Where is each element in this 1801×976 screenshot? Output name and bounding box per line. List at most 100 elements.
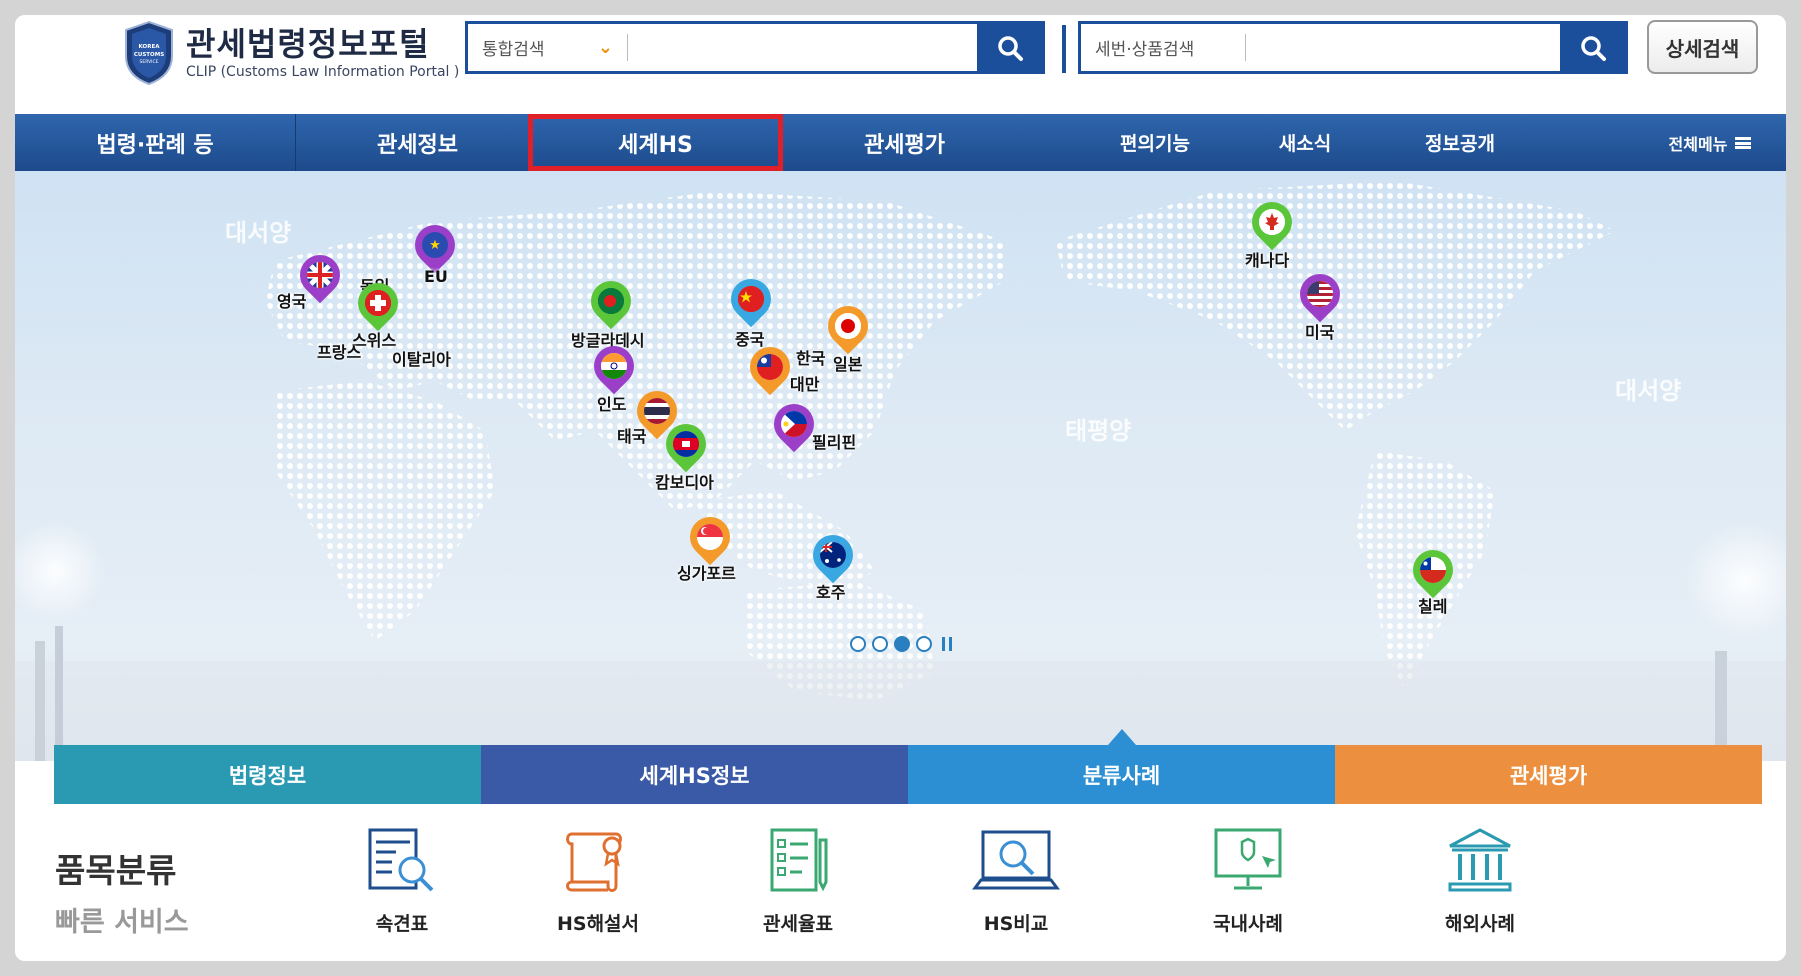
quick-item-foreign-cases[interactable]: 해외사례: [1410, 824, 1550, 936]
label-thailand: 태국: [617, 427, 647, 446]
pin-cambodia[interactable]: [657, 415, 715, 474]
pause-icon[interactable]: [942, 637, 952, 651]
detail-search-button[interactable]: 상세검색: [1647, 20, 1758, 74]
pin-taiwan[interactable]: [741, 338, 799, 397]
pin-china[interactable]: [722, 270, 780, 329]
hs-search-input[interactable]: [1246, 24, 1560, 71]
service-tabs: 법령정보 세계HS정보 분류사례 관세평가: [54, 729, 1762, 804]
search-icon: [1580, 35, 1606, 61]
nav-news[interactable]: 새소식: [1255, 114, 1355, 171]
pin-australia[interactable]: [804, 526, 862, 585]
china-flag-icon: [738, 286, 764, 312]
label-france: 프랑스: [317, 343, 362, 362]
label-canada: 캐나다: [1245, 251, 1290, 270]
label-india: 인도: [597, 395, 627, 414]
header: KOREA CUSTOMS SERVICE 관세법령정보포털 CLIP (Cus…: [15, 15, 1786, 114]
integrated-search-button[interactable]: [977, 24, 1042, 71]
pin-bangladesh[interactable]: [582, 272, 640, 331]
menu-icon: [1735, 136, 1752, 149]
bangladesh-flag-icon: [598, 288, 624, 314]
nav-info-disclosure[interactable]: 정보공개: [1395, 114, 1525, 171]
usa-flag-icon: [1307, 281, 1333, 307]
label-australia: 호주: [816, 583, 846, 602]
nav-convenience[interactable]: 편의기능: [1095, 114, 1215, 171]
label-chile: 칠레: [1418, 597, 1448, 616]
label-eu: EU: [424, 267, 448, 286]
world-map-dots: [15, 181, 1786, 761]
page-frame: KOREA CUSTOMS SERVICE 관세법령정보포털 CLIP (Cus…: [15, 15, 1786, 961]
nav-customs-valuation[interactable]: 관세평가: [783, 114, 1026, 171]
secure-monitor-icon: [1214, 828, 1282, 890]
tab-classification-cases[interactable]: 분류사례: [908, 729, 1335, 804]
taiwan-flag-icon: [757, 354, 783, 380]
japan-flag-icon: [835, 313, 861, 339]
hs-search-label: 세번·상품검색: [1081, 34, 1246, 61]
ocean-label-pacific: 태평양: [1065, 417, 1132, 445]
hs-product-search-box: 세번·상품검색: [1078, 21, 1628, 74]
main-nav: 법령·판례 등 관세정보 세계HS 관세평가 편의기능 새소식 정보공개 전체메…: [15, 114, 1786, 171]
customs-badge-icon: KOREA CUSTOMS SERVICE: [125, 20, 173, 86]
slider-pager: [850, 636, 952, 652]
pin-switzerland[interactable]: [349, 274, 407, 333]
tab-customs-valuation[interactable]: 관세평가: [1335, 745, 1762, 804]
thailand-flag-icon: [644, 398, 670, 424]
pin-canada[interactable]: [1243, 193, 1301, 252]
ocean-label-atlantic-west: 대서양: [225, 219, 292, 247]
search-divider: [1062, 25, 1066, 73]
quick-item-hs-explanatory[interactable]: HS해설서: [528, 824, 668, 936]
monitor-search-icon: [972, 830, 1060, 890]
eu-flag-icon: ★: [422, 232, 448, 258]
institution-building-icon: [1448, 828, 1512, 892]
pin-usa[interactable]: [1291, 265, 1349, 324]
pager-dot-3[interactable]: [894, 636, 910, 652]
quick-item-domestic-cases[interactable]: 국내사례: [1178, 824, 1318, 936]
label-uk: 영국: [277, 292, 307, 311]
label-usa: 미국: [1305, 323, 1335, 342]
singapore-flag-icon: [697, 524, 723, 550]
nav-all-menu[interactable]: 전체메뉴: [1655, 114, 1765, 171]
swiss-flag-icon: [365, 290, 391, 316]
quick-item-tariff-schedule[interactable]: 관세율표: [728, 824, 868, 936]
label-taiwan: 대만: [790, 375, 820, 394]
label-japan: 일본: [833, 355, 863, 374]
nav-world-hs[interactable]: 세계HS: [528, 114, 783, 171]
label-singapore: 싱가포르: [677, 564, 736, 583]
label-philippines: 필리핀: [812, 433, 857, 452]
pager-dot-1[interactable]: [850, 636, 866, 652]
pin-philippines[interactable]: [765, 395, 823, 454]
label-cambodia: 캄보디아: [655, 473, 714, 492]
svg-text:CUSTOMS: CUSTOMS: [134, 52, 164, 58]
chevron-down-icon: ⌄: [597, 37, 613, 58]
search-type-select[interactable]: 통합검색 ⌄: [468, 34, 628, 61]
nav-customs-info[interactable]: 관세정보: [296, 114, 539, 171]
quick-title-main: 품목분류: [55, 851, 177, 890]
pager-dot-2[interactable]: [872, 636, 888, 652]
nav-laws-cases[interactable]: 법령·판례 등: [15, 114, 295, 171]
logo-subtitle: CLIP (Customs Law Information Portal ): [186, 64, 460, 80]
canada-flag-icon: [1259, 209, 1285, 235]
quick-services: 품목분류 빠른 서비스 속견표 HS해설서 관세율표 HS비교 국내사례 해외사…: [15, 804, 1786, 961]
uk-flag-icon: [307, 262, 333, 288]
quick-title-sub: 빠른 서비스: [55, 907, 189, 938]
integrated-search-input[interactable]: [628, 24, 977, 71]
world-map-banner: 대서양 태평양 대서양 영국 독일 ★ EU 스위스 프랑스 이탈리아: [15, 171, 1786, 761]
philippines-flag-icon: [781, 411, 807, 437]
quick-item-quick-lookup[interactable]: 속견표: [332, 824, 472, 936]
pager-dot-4[interactable]: [916, 636, 932, 652]
label-italy: 이탈리아: [392, 350, 451, 369]
australia-flag-icon: [820, 542, 846, 568]
india-flag-icon: [601, 353, 627, 379]
svg-text:SERVICE: SERVICE: [140, 59, 159, 65]
pin-india[interactable]: [585, 337, 643, 396]
pin-japan[interactable]: [819, 297, 877, 356]
site-logo[interactable]: KOREA CUSTOMS SERVICE 관세법령정보포털 CLIP (Cus…: [122, 20, 459, 86]
tab-world-hs-info[interactable]: 세계HS정보: [481, 745, 908, 804]
quick-item-hs-compare[interactable]: HS비교: [946, 824, 1086, 936]
quick-title: 품목분류 빠른 서비스: [55, 844, 189, 939]
ocean-label-atlantic-east: 대서양: [1615, 377, 1682, 405]
badge-text: KOREA: [139, 44, 161, 50]
document-search-icon: [368, 828, 434, 892]
tab-law-info[interactable]: 법령정보: [54, 745, 481, 804]
hs-search-button[interactable]: [1560, 24, 1625, 71]
cambodia-flag-icon: [673, 431, 699, 457]
